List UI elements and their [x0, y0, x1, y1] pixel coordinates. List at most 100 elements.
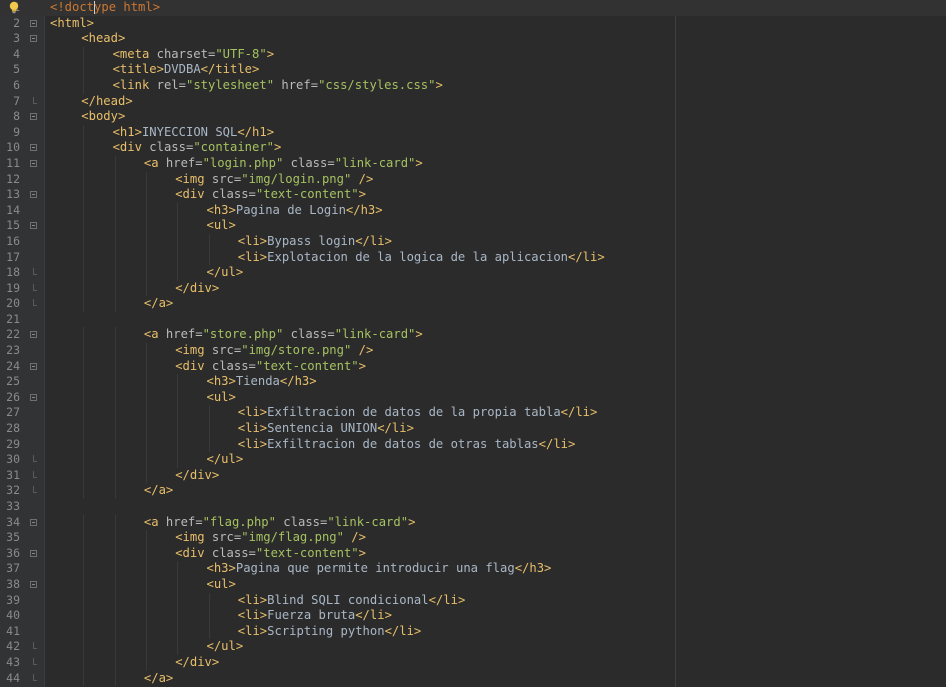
code-lines[interactable]: 1<!doctype html>2 <html> 3 <head> 4 <meta cha…	[0, 0, 946, 687]
fold-collapse-icon[interactable]	[30, 159, 37, 167]
code-text[interactable]: <a href="flag.php" class="link-card">	[144, 515, 416, 531]
code-line[interactable]: 31 </div>	[0, 467, 946, 484]
code-line[interactable]: 35 <img src="img/flag.png" />	[0, 530, 946, 546]
fold-collapse-icon[interactable]	[30, 144, 37, 152]
fold-collapse-icon[interactable]	[30, 19, 37, 27]
code-text[interactable]: </a>	[144, 671, 173, 687]
fold-collapse-icon[interactable]	[30, 549, 37, 557]
code-line[interactable]: 37 <h3>Pagina que permite introducir una …	[0, 561, 946, 577]
code-line[interactable]: 26 <ul>	[0, 389, 946, 406]
code-line[interactable]: 6 <link rel="stylesheet" href="css/styles…	[0, 77, 946, 94]
code-line[interactable]: 18 </ul>	[0, 265, 946, 281]
code-text[interactable]: <div class="text-content">	[175, 359, 366, 375]
fold-collapse-icon[interactable]	[30, 35, 37, 43]
code-text[interactable]: </a>	[144, 483, 173, 499]
code-line[interactable]: 10 <div class="container">	[0, 140, 946, 156]
code-text[interactable]: <html>	[50, 16, 94, 32]
code-line[interactable]: 28 <li>Sentencia UNION</li>	[0, 421, 946, 437]
fold-collapse-icon[interactable]	[30, 393, 37, 401]
code-line[interactable]: 21	[0, 312, 946, 328]
code-text[interactable]: <div class="container">	[113, 140, 282, 156]
code-text[interactable]: <h1>INYECCION SQL</h1>	[113, 125, 274, 141]
code-line[interactable]: 39 <li>Blind SQLI condicional</li>	[0, 592, 946, 609]
code-text[interactable]: </div>	[175, 468, 219, 484]
code-text[interactable]: <div class="text-content">	[175, 546, 366, 562]
code-text[interactable]: <h3>Pagina que permite introducir una fl…	[207, 561, 552, 577]
lightbulb-icon[interactable]	[8, 1, 20, 14]
code-line[interactable]: 19 </div>	[0, 280, 946, 297]
code-line[interactable]: 8 <body>	[0, 109, 946, 125]
code-text[interactable]: <h3>Tienda</h3>	[207, 374, 317, 390]
code-text[interactable]: <link rel="stylesheet" href="css/styles.…	[113, 78, 443, 94]
code-text[interactable]: </ul>	[207, 265, 244, 281]
code-text[interactable]: </div>	[175, 281, 219, 297]
code-text[interactable]: <li>Scripting python</li>	[238, 624, 421, 640]
code-line[interactable]: 17 <li>Explotacion de la logica de la apl…	[0, 249, 946, 266]
fold-collapse-icon[interactable]	[30, 222, 37, 230]
code-text[interactable]: <ul>	[207, 577, 236, 593]
code-line[interactable]: 33	[0, 499, 946, 515]
fold-collapse-icon[interactable]	[30, 113, 37, 121]
code-text[interactable]: </a>	[144, 296, 173, 312]
fold-collapse-icon[interactable]	[30, 580, 37, 588]
code-text[interactable]: <a href="store.php" class="link-card">	[144, 327, 423, 343]
code-line[interactable]: 3 <head>	[0, 31, 946, 47]
code-line[interactable]: 44 </a>	[0, 670, 946, 687]
code-editor[interactable]: 1<!doctype html>2 <html> 3 <head> 4 <meta cha…	[0, 0, 946, 687]
code-text[interactable]: <ul>	[207, 218, 236, 234]
code-line[interactable]: 4 <meta charset="UTF-8">	[0, 46, 946, 63]
code-line[interactable]: 23 <img src="img/store.png" />	[0, 343, 946, 359]
code-line[interactable]: 13 <div class="text-content">	[0, 187, 946, 203]
code-line[interactable]: 2 <html>	[0, 16, 946, 32]
code-line[interactable]: 24 <div class="text-content">	[0, 358, 946, 375]
code-line[interactable]: 22 <a href="store.php" class="link-card">	[0, 327, 946, 344]
code-line[interactable]: 30 </ul>	[0, 452, 946, 468]
fold-collapse-icon[interactable]	[30, 191, 37, 199]
code-text[interactable]: </ul>	[207, 639, 244, 655]
code-line[interactable]: 32 </a>	[0, 483, 946, 499]
code-text[interactable]: <head>	[81, 31, 125, 47]
code-text[interactable]: <meta charset="UTF-8">	[113, 47, 274, 63]
code-line[interactable]: 20 </a>	[0, 296, 946, 312]
code-text[interactable]: <ul>	[207, 390, 236, 406]
fold-collapse-icon[interactable]	[30, 331, 37, 339]
code-text[interactable]: <li>Explotacion de la logica de la aplic…	[238, 250, 605, 266]
code-line[interactable]: 27 <li>Exfiltracion de datos de la propia…	[0, 405, 946, 422]
code-line[interactable]: 7 </head>	[0, 94, 946, 110]
code-text[interactable]: <li>Exfiltracion de datos de otras tabla…	[238, 437, 576, 453]
code-line[interactable]: 42 </ul>	[0, 639, 946, 655]
code-line[interactable]: 11 <a href="login.php" class="link-card">	[0, 155, 946, 172]
code-line[interactable]: 36 <div class="text-content">	[0, 545, 946, 562]
code-text[interactable]: </div>	[175, 655, 219, 671]
code-line[interactable]: 1<!doctype html>	[0, 0, 946, 16]
code-text[interactable]: <div class="text-content">	[175, 187, 366, 203]
code-text[interactable]: <li>Fuerza bruta</li>	[238, 608, 392, 624]
code-text[interactable]: <h3>Pagina de Login</h3>	[207, 203, 383, 219]
code-text[interactable]: <li>Sentencia UNION</li>	[238, 421, 414, 437]
fold-collapse-icon[interactable]	[30, 518, 37, 526]
code-line[interactable]: 5 <title>DVDBA</title>	[0, 62, 946, 78]
code-text[interactable]: </head>	[81, 94, 132, 110]
code-line[interactable]: 34 <a href="flag.php" class="link-card">	[0, 514, 946, 531]
code-text[interactable]: <li>Exfiltracion de datos de la propia t…	[238, 405, 598, 421]
code-line[interactable]: 40 <li>Fuerza bruta</li>	[0, 608, 946, 624]
code-line[interactable]: 38 <ul>	[0, 576, 946, 593]
code-text[interactable]: </ul>	[207, 452, 244, 468]
code-text[interactable]: <!doctype html>	[50, 0, 160, 16]
code-line[interactable]: 15 <ul>	[0, 218, 946, 234]
code-text[interactable]: <li>Bypass login</li>	[238, 234, 392, 250]
fold-collapse-icon[interactable]	[30, 362, 37, 370]
code-line[interactable]: 9 <h1>INYECCION SQL</h1>	[0, 124, 946, 141]
code-text[interactable]: <title>DVDBA</title>	[113, 62, 260, 78]
code-text[interactable]: <img src="img/login.png" />	[175, 172, 373, 188]
code-text[interactable]: <body>	[81, 109, 125, 125]
code-text[interactable]: <li>Blind SQLI condicional</li>	[238, 593, 465, 609]
code-text[interactable]: <img src="img/flag.png" />	[175, 530, 366, 546]
code-line[interactable]: 14 <h3>Pagina de Login</h3>	[0, 202, 946, 219]
code-line[interactable]: 43 </div>	[0, 654, 946, 671]
code-line[interactable]: 29 <li>Exfiltracion de datos de otras tab…	[0, 436, 946, 453]
code-text[interactable]: <a href="login.php" class="link-card">	[144, 156, 423, 172]
code-line[interactable]: 12 <img src="img/login.png" />	[0, 171, 946, 188]
code-line[interactable]: 41 <li>Scripting python</li>	[0, 623, 946, 640]
code-text[interactable]: <img src="img/store.png" />	[175, 343, 373, 359]
